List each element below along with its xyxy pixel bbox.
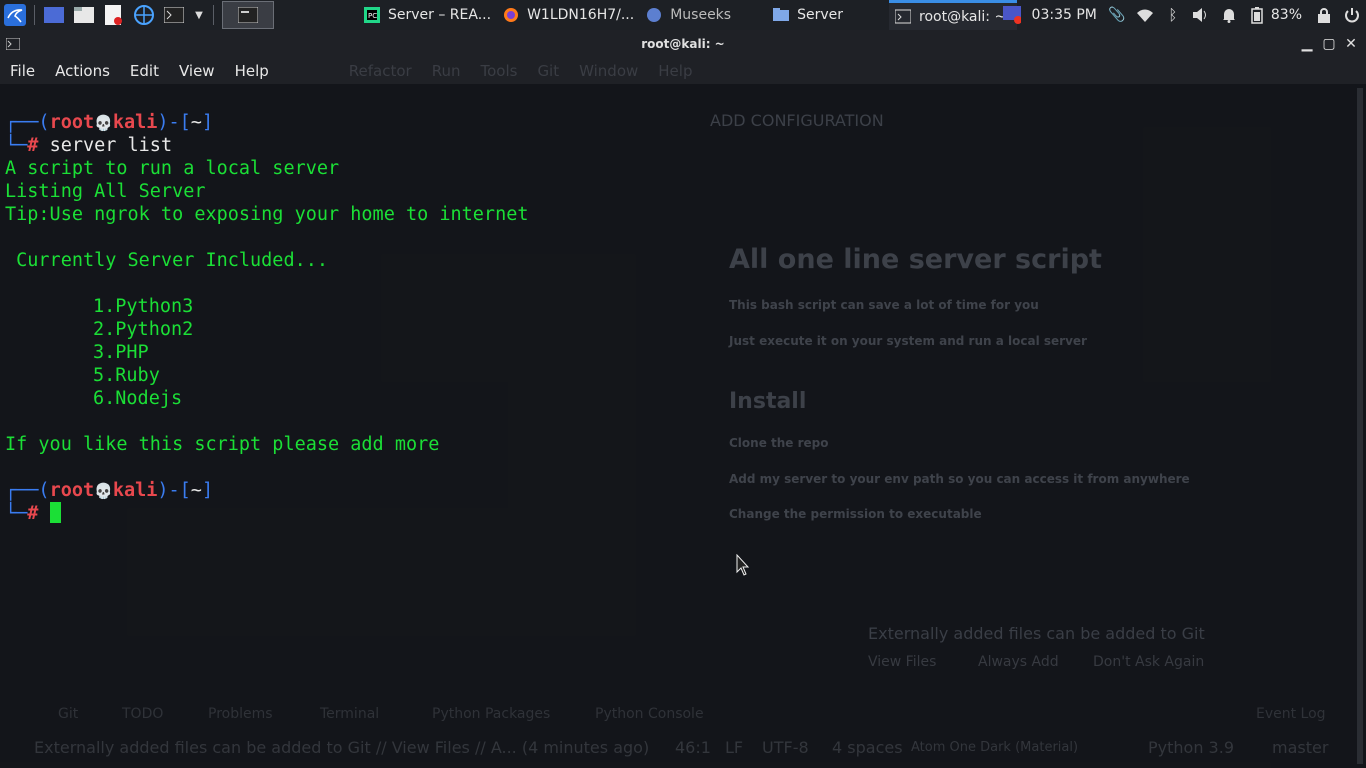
ghost-status-4: Atom One Dark (Material) xyxy=(911,740,1079,755)
firefox-icon xyxy=(504,8,519,22)
maximize-button[interactable]: ▢ xyxy=(1318,36,1340,52)
prompt-line-2: ┌──(root💀kali)-[~] xyxy=(5,480,214,501)
mouse-pointer-icon xyxy=(736,554,750,576)
paperclip-icon[interactable]: 📎 xyxy=(1108,6,1126,24)
svg-text:PC: PC xyxy=(368,12,377,20)
menu-actions[interactable]: Actions xyxy=(45,62,120,80)
ghost-menu-git: Git xyxy=(537,62,560,80)
ghost-menu-refactor: Refactor xyxy=(348,62,412,80)
output-line: If you like this script please add more xyxy=(5,434,440,455)
window-title: root@kali: ~ xyxy=(641,37,725,51)
ghost-tab-0: Git xyxy=(58,706,79,722)
ghost-status-1: LF xyxy=(725,738,744,757)
terminal-area[interactable]: ADD CONFIGURATION All one line server sc… xyxy=(0,84,1366,768)
task-museeks[interactable]: Museeks xyxy=(640,0,737,30)
output-line: A script to run a local server xyxy=(5,158,340,179)
chevron-down-icon[interactable]: ▼ xyxy=(193,4,205,26)
ghost-notice-action-0: View Files xyxy=(868,654,937,670)
command-text: server list xyxy=(49,135,173,156)
server-item: 1.Python3 xyxy=(93,296,194,317)
system-tray: 03:35 PM 📎 ᛒ 83% xyxy=(998,0,1366,30)
ghost-tab-4: Python Packages xyxy=(432,706,551,722)
server-item: 3.PHP xyxy=(93,342,149,363)
ghost-install: Install xyxy=(729,389,807,414)
ghost-tab-6: Event Log xyxy=(1256,706,1326,722)
terminal-icon xyxy=(895,9,911,23)
wifi-icon[interactable] xyxy=(1136,6,1154,24)
screen-recorder-icon[interactable] xyxy=(1002,6,1021,24)
bluetooth-icon[interactable]: ᛒ xyxy=(1164,6,1182,24)
server-item: 6.Nodejs xyxy=(93,388,183,409)
server-item: 5.Ruby xyxy=(93,365,160,386)
task-pycharm[interactable]: PC Server – REA... xyxy=(358,0,497,30)
volume-icon[interactable] xyxy=(1192,6,1210,24)
ghost-tab-2: Problems xyxy=(208,706,273,722)
server-item: 2.Python2 xyxy=(93,319,194,340)
ghost-clone: Clone the repo xyxy=(729,436,829,450)
text-editor-icon[interactable] xyxy=(103,4,125,26)
task-server-folder[interactable]: Server xyxy=(767,0,849,30)
ghost-status-5: Python 3.9 xyxy=(1148,738,1234,757)
pycharm-icon: PC xyxy=(364,7,380,23)
menu-file[interactable]: File xyxy=(0,62,45,80)
taskbar: ▼ PC Server – REA... W1LDN16H7/... Musee… xyxy=(0,0,1366,30)
ghost-menu-window: Window xyxy=(579,62,639,80)
lock-icon[interactable] xyxy=(1315,6,1333,24)
notification-bell-icon[interactable] xyxy=(1220,6,1238,24)
input-line[interactable]: └─# xyxy=(5,502,61,525)
terminal-scrollbar[interactable] xyxy=(1357,88,1363,764)
skull-icon: 💀 xyxy=(94,114,113,132)
folder-icon xyxy=(773,8,790,21)
task-firefox[interactable]: W1LDN16H7/... xyxy=(497,0,640,30)
battery-icon[interactable] xyxy=(1248,6,1266,24)
ghost-menu-run: Run xyxy=(431,62,461,80)
minimize-button[interactable]: ▁ xyxy=(1296,36,1318,52)
file-manager-icon[interactable] xyxy=(73,4,95,26)
skull-icon: 💀 xyxy=(94,482,113,500)
output-line: Currently Server Included... xyxy=(5,250,329,271)
ghost-heading: All one line server script xyxy=(729,244,1102,275)
ghost-tab-3: Terminal xyxy=(320,706,380,722)
ghost-status-3: 4 spaces xyxy=(832,738,903,757)
menu-view[interactable]: View xyxy=(169,62,225,80)
output-line: Tip:Use ngrok to exposing your home to i… xyxy=(5,204,529,225)
prompt-line-1: ┌──(root💀kali)-[~] xyxy=(5,112,214,133)
ghost-config-button: ADD CONFIGURATION xyxy=(710,111,884,130)
ghost-status-msg: Externally added files can be added to G… xyxy=(34,738,650,757)
text-cursor xyxy=(49,502,61,523)
ghost-perm: Change the permission to executable xyxy=(729,507,982,521)
ghost-notice-action-2: Don't Ask Again xyxy=(1093,654,1205,670)
terminal-launcher-icon[interactable] xyxy=(163,4,185,26)
ghost-notice-action-1: Always Add xyxy=(978,654,1059,670)
output-line: Listing All Server xyxy=(5,181,206,202)
menu-edit[interactable]: Edit xyxy=(120,62,169,80)
battery-percent[interactable]: 83% xyxy=(1271,7,1302,23)
ghost-status-2: UTF-8 xyxy=(762,738,809,757)
ghost-menu-help: Help xyxy=(658,62,693,80)
clock[interactable]: 03:35 PM xyxy=(1032,7,1097,23)
active-workspace-button[interactable] xyxy=(222,1,274,29)
ghost-tab-5: Python Console xyxy=(595,706,704,722)
ghost-line2: Just execute it on your system and run a… xyxy=(729,334,1087,348)
ghost-line1: This bash script can save a lot of time … xyxy=(729,298,1039,312)
web-browser-icon[interactable] xyxy=(133,4,155,26)
menu-help[interactable]: Help xyxy=(225,62,279,80)
ghost-status-6: master xyxy=(1272,738,1329,757)
ghost-menu-tools: Tools xyxy=(480,62,518,80)
ghost-notice: Externally added files can be added to G… xyxy=(868,624,1205,643)
close-button[interactable]: ✕ xyxy=(1340,36,1362,52)
workspace-icon[interactable] xyxy=(43,4,65,26)
menu-bar: File Actions Edit View Help Refactor Run… xyxy=(0,58,1366,84)
ghost-addpath: Add my server to your env path so you ca… xyxy=(729,472,1190,486)
command-line: └─# server list xyxy=(5,135,173,156)
kali-menu-icon[interactable] xyxy=(4,4,26,26)
power-icon[interactable] xyxy=(1343,6,1361,24)
ghost-status-0: 46:1 xyxy=(675,738,711,757)
window-titlebar[interactable]: root@kali: ~ ▁ ▢ ✕ xyxy=(0,30,1366,58)
ghost-tab-1: TODO xyxy=(122,706,164,722)
museeks-icon xyxy=(647,8,662,22)
